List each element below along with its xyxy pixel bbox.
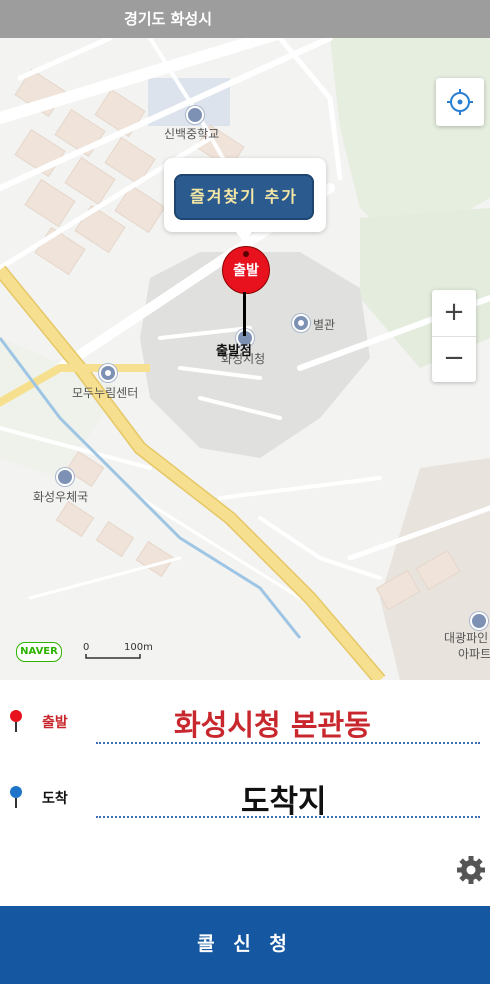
start-pin-icon [10,710,22,722]
center-icon [99,364,117,382]
school-icon [186,106,204,124]
poi-apartment-line1: 대광파인 [444,631,489,645]
start-field[interactable]: 화성시청 본관동 [174,702,371,744]
naver-logo: NAVER [16,642,62,662]
dest-field[interactable]: 도착지 [241,776,327,821]
apartment-icon [470,612,488,630]
map-view[interactable]: 신백중학교 별관 모두누림센터 화성우체국 화성시청 대광파인 아파트 + − … [0,38,490,680]
call-request-button[interactable]: 콜 신 청 [0,906,490,984]
route-panel: 출발 화성시청 본관동 도착 도착지 [0,680,490,836]
start-point-label: 출발점 [216,344,252,359]
start-pin-icon-stick [15,722,17,732]
pin-head-dot [243,251,249,257]
settings-button[interactable] [456,855,486,885]
start-pin-marker[interactable]: 출발 [222,246,270,294]
zoom-in-button[interactable]: + [432,290,476,337]
poi-annex: 별관 [313,318,336,332]
status-header: 경기도 화성시 [0,0,490,38]
start-label: 출발 [42,715,68,731]
zoom-control: + − [432,290,476,382]
start-pin-stick [243,292,246,336]
scale-zero: 0 [83,642,90,653]
scale-distance: 100m [124,642,153,653]
poi-apartment-line2: 아파트 [458,647,490,661]
current-location-button[interactable] [436,78,484,126]
zoom-out-button[interactable]: − [432,336,476,382]
dest-pin-icon-stick [15,798,17,808]
dest-field-underline [96,816,480,818]
crosshair-icon [447,89,473,115]
poi-school: 신백중학교 [164,127,220,141]
poi-center: 모두누림센터 [72,386,139,400]
post-office-icon [56,468,74,486]
annex-icon [292,314,310,332]
start-pin-label: 출발 [233,263,259,279]
location-title: 경기도 화성시 [124,10,213,28]
dest-pin-icon [10,786,22,798]
favorite-popup: 즐겨찾기 추가 [164,158,326,242]
dest-label: 도착 [42,791,68,807]
add-favorite-button[interactable]: 즐겨찾기 추가 [174,174,314,220]
poi-post-office: 화성우체국 [33,490,89,504]
start-field-underline [96,742,480,744]
gear-icon [457,856,485,884]
